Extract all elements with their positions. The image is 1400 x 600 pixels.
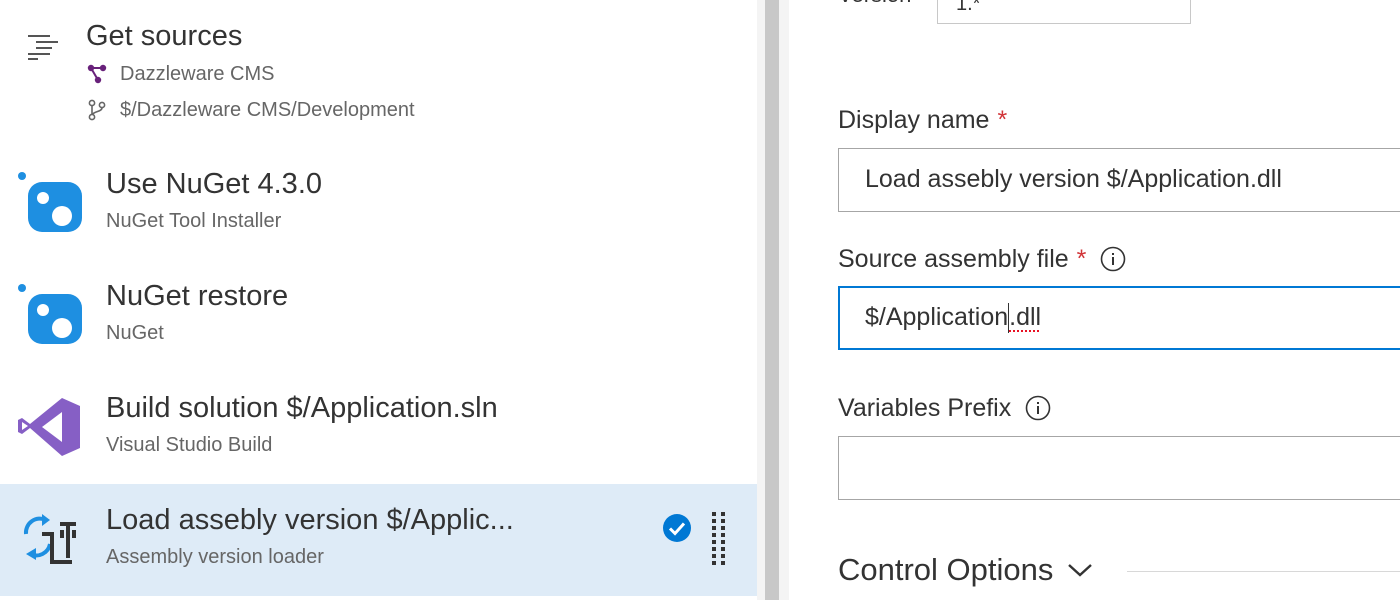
drag-handle-icon[interactable] bbox=[710, 510, 728, 568]
display-name-label-text: Display name bbox=[838, 105, 990, 134]
chevron-down-icon bbox=[1154, 0, 1172, 1]
source-assembly-file-value: $/Application.dll bbox=[865, 303, 1042, 334]
version-label: Version bbox=[838, 0, 911, 8]
variables-prefix-input[interactable] bbox=[838, 436, 1400, 500]
task-title: NuGet restore bbox=[106, 280, 289, 312]
version-value: 1.* bbox=[956, 0, 981, 15]
task-title: Load assebly version $/Applic... bbox=[106, 504, 514, 536]
task-item-build-solution[interactable]: Build solution $/Application.sln Visual … bbox=[0, 372, 757, 484]
task-subtitle: Assembly version loader bbox=[106, 546, 324, 568]
nuget-icon bbox=[18, 172, 82, 232]
required-marker: * bbox=[997, 105, 1008, 134]
info-icon[interactable] bbox=[1100, 246, 1126, 272]
task-subtitle: Visual Studio Build bbox=[106, 434, 273, 456]
required-marker: * bbox=[1076, 244, 1087, 273]
source-assembly-file-label-text: Source assembly file bbox=[838, 244, 1069, 273]
control-options-toggle[interactable]: Control Options bbox=[838, 552, 1093, 588]
display-name-input[interactable]: Load assebly version $/Application.dll bbox=[838, 148, 1400, 212]
info-icon[interactable] bbox=[1025, 395, 1051, 421]
enabled-check-icon[interactable] bbox=[662, 513, 692, 543]
nuget-icon bbox=[18, 284, 82, 344]
task-list-pane: Get sources Dazzleware CMS $/Dazzleware … bbox=[0, 0, 757, 600]
task-subtitle: NuGet bbox=[106, 322, 164, 344]
assembly-loader-icon bbox=[23, 514, 76, 564]
version-select[interactable]: 1.* bbox=[937, 0, 1191, 24]
control-options-label: Control Options bbox=[838, 552, 1054, 587]
task-item-use-nuget[interactable]: Use NuGet 4.3.0 NuGet Tool Installer bbox=[0, 148, 757, 260]
task-item-nuget-restore[interactable]: NuGet restore NuGet bbox=[0, 260, 757, 372]
task-item-load-assembly-version[interactable]: Load assebly version $/Applic... Assembl… bbox=[0, 484, 757, 596]
task-subtitle: NuGet Tool Installer bbox=[106, 210, 282, 232]
branch-path: $/Dazzleware CMS/Development bbox=[120, 98, 415, 121]
branch-row: $/Dazzleware CMS/Development bbox=[86, 95, 415, 125]
task-title: Build solution $/Application.sln bbox=[106, 392, 498, 424]
repository-name: Dazzleware CMS bbox=[120, 62, 275, 85]
value-after-caret: .dll bbox=[1009, 303, 1042, 331]
splitter-grip[interactable] bbox=[765, 0, 779, 600]
display-name-label: Display name * bbox=[838, 104, 1007, 136]
branch-icon bbox=[88, 99, 106, 121]
variables-prefix-label-text: Variables Prefix bbox=[838, 393, 1012, 422]
get-sources-title: Get sources bbox=[86, 20, 243, 52]
chevron-down-icon bbox=[1068, 564, 1093, 577]
get-sources-icon bbox=[28, 35, 58, 60]
source-assembly-file-label: Source assembly file * bbox=[838, 243, 1126, 275]
source-assembly-file-input[interactable]: $/Application.dll bbox=[838, 286, 1400, 350]
task-title: Use NuGet 4.3.0 bbox=[106, 168, 322, 200]
repository-icon bbox=[87, 64, 107, 84]
variables-prefix-label: Variables Prefix bbox=[838, 392, 1051, 424]
display-name-value: Load assebly version $/Application.dll bbox=[865, 165, 1282, 193]
visual-studio-icon bbox=[18, 398, 80, 456]
repository-row: Dazzleware CMS bbox=[86, 59, 274, 89]
section-divider bbox=[1127, 571, 1400, 572]
value-before-caret: $/Application bbox=[865, 303, 1009, 331]
